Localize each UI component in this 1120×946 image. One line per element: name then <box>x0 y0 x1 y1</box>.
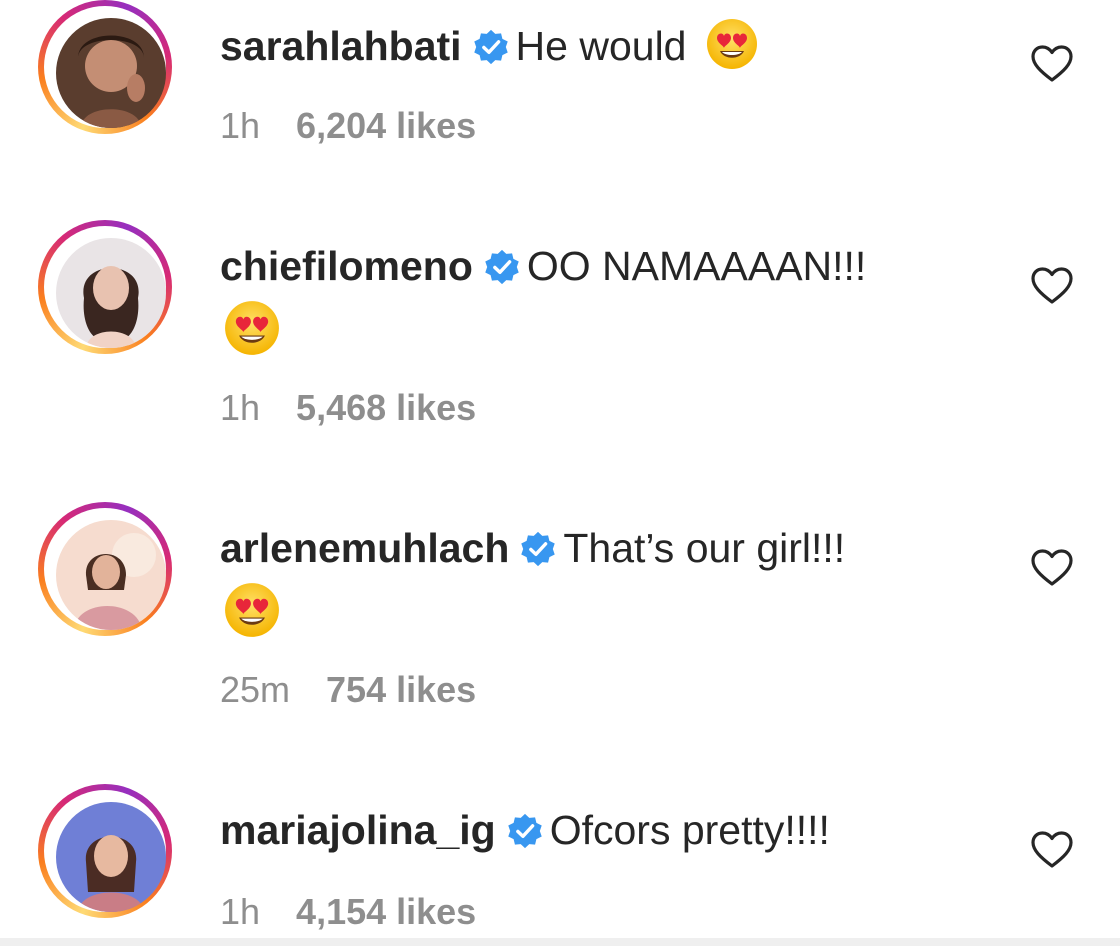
comment-time: 1h <box>220 387 261 428</box>
comment-line: sarahlahbati He would <box>220 18 1020 74</box>
divider <box>0 938 1120 946</box>
heart-outline-icon[interactable] <box>1030 44 1074 84</box>
comment-time: 1h <box>220 891 261 932</box>
comment-line: arlenemuhlach That’s our girl!!! <box>220 520 1020 576</box>
verified-badge-icon <box>506 812 544 850</box>
comment-text: He would <box>515 23 687 69</box>
avatar-photo-icon <box>56 238 166 348</box>
verified-badge-icon <box>483 248 521 286</box>
comment-line: chiefilomeno OO NAMAAAAN!!! <box>220 238 1020 294</box>
username-link[interactable]: chiefilomeno <box>220 243 473 289</box>
comment-meta: 25m 754 likes <box>220 668 476 712</box>
comment-meta: 1h 6,204 likes <box>220 104 476 148</box>
story-ring[interactable] <box>38 0 172 134</box>
heart-outline-icon[interactable] <box>1030 548 1074 588</box>
avatar[interactable] <box>56 18 166 128</box>
avatar-photo-icon <box>56 520 166 630</box>
heart-eyes-emoji <box>224 300 280 356</box>
heart-outline-icon[interactable] <box>1030 266 1074 306</box>
verified-badge-icon <box>472 28 510 66</box>
username-link[interactable]: sarahlahbati <box>220 23 462 69</box>
avatar[interactable] <box>56 520 166 630</box>
verified-badge-icon <box>519 530 557 568</box>
likes-count-link[interactable]: 754 likes <box>326 669 476 710</box>
likes-count-link[interactable]: 4,154 likes <box>296 891 476 932</box>
likes-count-link[interactable]: 5,468 likes <box>296 387 476 428</box>
heart-outline-icon[interactable] <box>1030 830 1074 870</box>
heart-eyes-emoji <box>224 582 280 638</box>
heart-eyes-emoji <box>706 18 758 70</box>
comment-text: That’s our girl!!! <box>563 525 846 571</box>
avatar-photo-icon <box>56 18 166 128</box>
likes-count-link[interactable]: 6,204 likes <box>296 105 476 146</box>
story-ring[interactable] <box>38 502 172 636</box>
username-link[interactable]: arlenemuhlach <box>220 525 509 571</box>
comment-time: 1h <box>220 105 261 146</box>
username-link[interactable]: mariajolina_ig <box>220 807 496 853</box>
comment-text: Ofcors pretty!!!! <box>549 807 830 853</box>
story-ring[interactable] <box>38 784 172 918</box>
avatar-photo-icon <box>56 802 166 912</box>
comment-text: OO NAMAAAAN!!! <box>526 243 867 289</box>
avatar[interactable] <box>56 238 166 348</box>
comment-meta: 1h 4,154 likes <box>220 890 476 934</box>
comment-meta: 1h 5,468 likes <box>220 386 476 430</box>
avatar[interactable] <box>56 802 166 912</box>
comment-line: mariajolina_ig Ofcors pretty!!!! <box>220 802 1020 858</box>
story-ring[interactable] <box>38 220 172 354</box>
comment-time: 25m <box>220 669 291 710</box>
